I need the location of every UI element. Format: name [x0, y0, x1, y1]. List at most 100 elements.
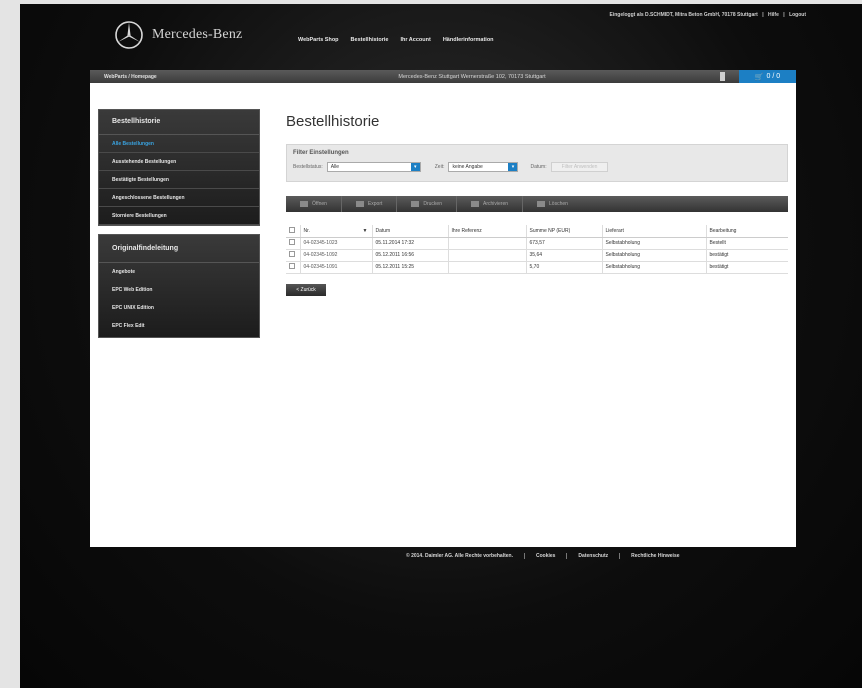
select-all-cell [286, 225, 301, 238]
footer-link-legal[interactable]: Rechtliche Hinweise [619, 553, 690, 559]
open-button[interactable]: Öffnen [286, 196, 342, 212]
mercedes-star-icon [115, 21, 143, 49]
delete-icon [537, 201, 546, 207]
copyright-text: © 2014. Daimler AG. Alle Rechte vorbehal… [406, 553, 513, 559]
nav-webparts-shop[interactable]: WebParts Shop [298, 37, 339, 43]
col-delivery[interactable]: Lieferart [602, 225, 707, 238]
sidebar-item-epc-web[interactable]: EPC Web Edition [99, 281, 259, 299]
order-reference [448, 261, 527, 274]
brand-name: Mercedes-Benz [152, 27, 243, 42]
order-sum: 5,70 [526, 261, 603, 274]
nav-account[interactable]: Ihr Account [400, 37, 430, 43]
sidebar-item-all-orders[interactable]: Alle Bestellungen [99, 135, 259, 153]
row-checkbox[interactable] [289, 239, 295, 245]
col-date[interactable]: Datum [372, 225, 449, 238]
col-number[interactable]: Nr. ▼ [300, 225, 373, 238]
col-number-label: Nr. [303, 227, 310, 234]
col-status[interactable]: Bearbeitung [706, 225, 788, 238]
filter-title: Filter Einstellungen [293, 150, 349, 156]
sort-down-icon: ▼ [362, 227, 368, 234]
filter-panel: Filter Einstellungen Bestellstatus: Alle… [286, 144, 788, 182]
row-select-cell [286, 261, 301, 274]
nav-order-history[interactable]: Bestellhistorie [351, 37, 389, 43]
cart-count: 0 / 0 [766, 73, 781, 80]
table-row[interactable]: 04-02345-1091 05.12.2011 15:25 5,70 Selb… [286, 261, 788, 274]
status-select[interactable]: Alle ▾ [326, 162, 421, 172]
page-title: Bestellhistorie [286, 113, 380, 130]
back-button[interactable]: < Zurück [286, 283, 326, 296]
sidebar-heading[interactable]: Originalfindeleitung [99, 235, 259, 263]
order-reference [448, 237, 527, 250]
chevron-down-icon: ▾ [508, 163, 518, 171]
order-sum: 35,64 [526, 249, 603, 262]
sidebar-order-box: Bestellhistorie Alle Bestellungen Ausste… [98, 109, 260, 226]
order-delivery: Selbstabholung [602, 261, 707, 274]
time-select[interactable]: keine Angabe ▾ [448, 162, 519, 172]
sidebar-heading[interactable]: Bestellhistorie [99, 110, 259, 135]
row-select-cell [286, 249, 301, 262]
order-date: 05.11.2014 17:32 [372, 237, 449, 250]
print-button[interactable]: Drucken [397, 196, 457, 212]
brand-logo[interactable]: Mercedes-Benz [114, 20, 242, 50]
order-number-link[interactable]: 04-02345-1091 [300, 261, 373, 274]
order-status: Bestellt [706, 237, 788, 250]
order-date: 05.12.2011 15:25 [372, 261, 449, 274]
phone-icon[interactable] [720, 72, 725, 81]
sidebar-item-pending-orders[interactable]: Ausstehende Bestellungen [99, 153, 259, 171]
row-select-cell [286, 237, 301, 250]
sidebar-item-confirmed-orders[interactable]: Bestätigte Bestellungen [99, 171, 259, 189]
time-label: Zeit: [434, 164, 445, 170]
footer: © 2014. Daimler AG. Alle Rechte vorbehal… [406, 553, 691, 559]
order-reference [448, 249, 527, 262]
sidebar-item-cancelled-orders[interactable]: Storniere Bestellungen [99, 207, 259, 225]
table-row[interactable]: 04-02345-1023 05.11.2014 17:32 673,57 Se… [286, 237, 788, 250]
order-number-link[interactable]: 04-02345-1023 [300, 237, 373, 250]
row-checkbox[interactable] [289, 263, 295, 269]
folder-icon [300, 201, 308, 207]
sidebar-item-epc-unix[interactable]: EPC UNIX Edition [99, 299, 259, 317]
select-all-checkbox[interactable] [289, 226, 295, 233]
utility-links: Eingeloggt als D.SCHMIDT, Mitra Beton Gm… [606, 12, 806, 18]
sidebar-item-completed-orders[interactable]: Angeschlossene Bestellungen [99, 189, 259, 207]
help-link[interactable]: Hilfe [768, 12, 779, 18]
main-content: Bestellhistorie Filter Einstellungen Bes… [286, 113, 788, 296]
sidebar-item-offers[interactable]: Angebote [99, 263, 259, 281]
order-number-link[interactable]: 04-02345-1092 [300, 249, 373, 262]
chevron-down-icon: ▾ [410, 163, 420, 171]
apply-filter-button[interactable]: Filter Anwenden [550, 162, 609, 172]
order-status: bestätigt [706, 249, 788, 262]
breadcrumb[interactable]: WebParts / Homepage [104, 74, 304, 80]
dealer-address: Mercedes-Benz Stuttgart Wernerstraße 102… [398, 73, 546, 80]
separator: | [783, 12, 785, 18]
row-checkbox[interactable] [289, 251, 295, 257]
footer-link-privacy[interactable]: Datenschutz [566, 553, 619, 559]
col-sum[interactable]: Summe NP (EUR) [526, 225, 603, 238]
filter-row: Bestellstatus: Alle ▾ Zeit: keine Angabe… [293, 162, 781, 172]
delete-label: Löschen [549, 201, 568, 207]
logged-in-info: Eingeloggt als D.SCHMIDT, Mitra Beton Gm… [609, 12, 758, 18]
archive-button[interactable]: Archivieren [457, 196, 524, 212]
cart-button[interactable]: 🛒 0 / 0 [739, 70, 796, 83]
open-label: Öffnen [312, 201, 327, 207]
sidebar-item-epc-flex[interactable]: EPC Flex Edit [99, 317, 259, 337]
footer-link-cookies[interactable]: Cookies [523, 553, 566, 559]
export-button[interactable]: Export [342, 196, 398, 212]
archive-icon [471, 201, 479, 207]
archive-label: Archivieren [483, 201, 509, 207]
sidebar-parts-box: Originalfindeleitung Angebote EPC Web Ed… [98, 234, 260, 338]
order-delivery: Selbstabholung [602, 249, 707, 262]
table-header-row: Nr. ▼ Datum Ihre Referenz Summe NP (EUR) … [286, 225, 788, 238]
order-date: 05.12.2011 16:56 [372, 249, 449, 262]
date-label: Datum: [530, 164, 547, 170]
nav-dealer-info[interactable]: Händlerinformation [443, 37, 494, 43]
separator: | [762, 12, 764, 18]
screen-frame: Mercedes-Benz Eingeloggt als D.SCHMIDT, … [20, 4, 862, 688]
order-delivery: Selbstabholung [602, 237, 707, 250]
breadcrumb-bar: WebParts / Homepage Mercedes-Benz Stuttg… [90, 70, 796, 83]
col-reference[interactable]: Ihre Referenz [448, 225, 527, 238]
status-value: Alle [330, 164, 340, 170]
table-row[interactable]: 04-02345-1092 05.12.2011 16:56 35,64 Sel… [286, 249, 788, 262]
delete-button[interactable]: Löschen [523, 196, 582, 212]
logout-link[interactable]: Logout [789, 12, 806, 18]
page-content: Bestellhistorie Alle Bestellungen Ausste… [90, 83, 796, 547]
